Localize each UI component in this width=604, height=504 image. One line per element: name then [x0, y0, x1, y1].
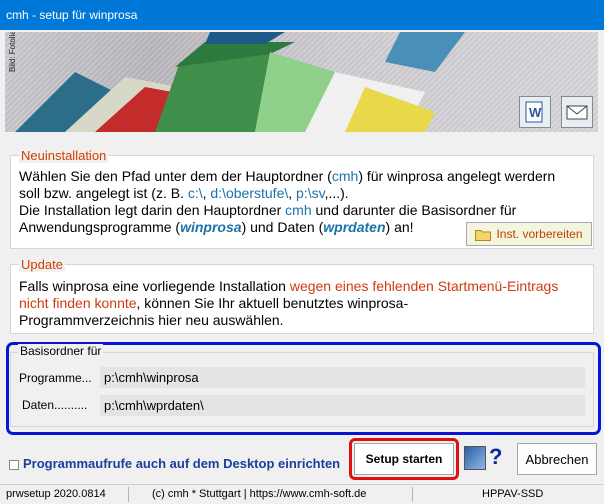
status-machine: HPPAV-SSD: [482, 488, 544, 500]
word-doc-icon[interactable]: W: [519, 96, 551, 128]
update-text: Falls winprosa eine vorliegende Installa…: [19, 278, 559, 328]
window-title: cmh - setup für winprosa: [6, 8, 138, 22]
desktop-shortcut-label[interactable]: Programmaufrufe auch auf dem Desktop ein…: [23, 456, 340, 471]
title-bar: cmh - setup für winprosa: [0, 0, 604, 30]
status-version: prwsetup 2020.0814: [6, 488, 106, 500]
update-group: Update Falls winprosa eine vorliegende I…: [10, 257, 594, 334]
svg-text:W: W: [529, 105, 542, 120]
cm-logo-icon[interactable]: [464, 446, 486, 470]
folder-icon: [475, 229, 492, 241]
programme-label: Programme...: [19, 371, 92, 385]
mail-icon[interactable]: [561, 96, 593, 128]
neuinstallation-title: Neuinstallation: [19, 148, 109, 163]
update-title: Update: [19, 257, 65, 272]
abbrechen-button[interactable]: Abbrechen: [517, 443, 597, 475]
inst-vorbereiten-label: Inst. vorbereiten: [496, 227, 583, 241]
banner-image: Bild: Fotolia W: [5, 32, 598, 132]
image-credit: Bild: Fotolia: [8, 32, 17, 72]
help-icon[interactable]: ?: [489, 444, 502, 470]
setup-starten-button[interactable]: Setup starten: [354, 443, 454, 475]
basisordner-title: Basisordner für: [18, 344, 104, 358]
books-illustration: [15, 32, 465, 132]
daten-path-field[interactable]: p:\cmh\wprdaten\: [100, 395, 585, 416]
daten-label: Daten..........: [22, 398, 88, 412]
inst-vorbereiten-button[interactable]: Inst. vorbereiten: [466, 222, 592, 246]
status-bar: prwsetup 2020.0814 (c) cmh * Stuttgart |…: [0, 484, 604, 504]
status-copyright: (c) cmh * Stuttgart | https://www.cmh-so…: [152, 488, 367, 500]
programme-path-field[interactable]: p:\cmh\winprosa: [100, 367, 585, 388]
desktop-shortcut-checkbox[interactable]: [9, 460, 19, 470]
